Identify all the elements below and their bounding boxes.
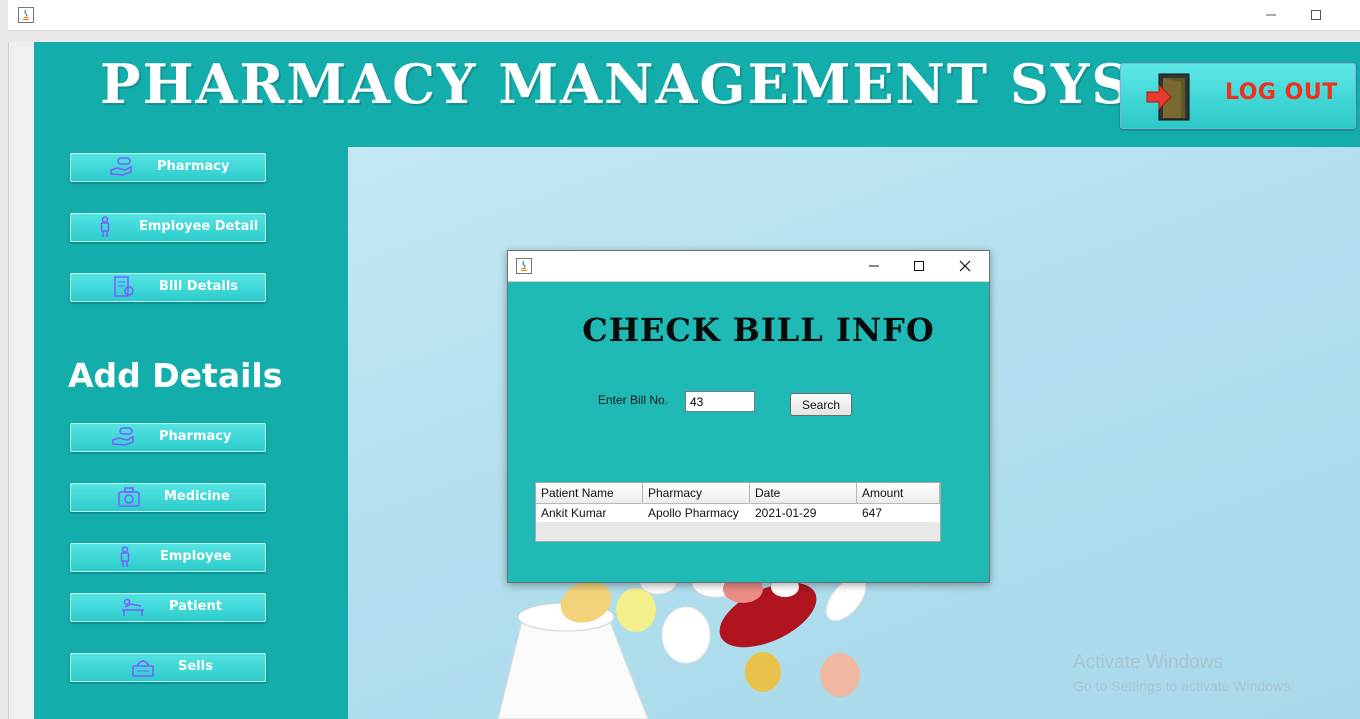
- column-header-amount[interactable]: Amount: [857, 483, 940, 503]
- search-button[interactable]: Search: [790, 393, 852, 416]
- sidebar-item-label: Employee Detail: [139, 219, 259, 234]
- pharmacy-hand-icon: [110, 157, 132, 176]
- activate-windows-title: Activate Windows: [1073, 652, 1223, 673]
- window-titlebar: [8, 0, 1360, 31]
- dialog-titlebar: [508, 251, 989, 282]
- bill-table: Patient Name Pharmacy Date Amount Ankit …: [535, 482, 941, 542]
- cell-amount: 647: [862, 506, 883, 520]
- add-item-pharmacy[interactable]: Pharmacy: [70, 423, 266, 452]
- dialog-heading: CHECK BILL INFO: [582, 311, 935, 349]
- medical-kit-icon: [118, 487, 140, 507]
- maximize-icon: [1311, 10, 1321, 20]
- person-icon: [120, 546, 130, 567]
- activate-windows-subtitle: Go to Settings to activate Windows.: [1073, 678, 1294, 694]
- column-header-date[interactable]: Date: [750, 483, 857, 503]
- dialog-maximize-button[interactable]: [897, 251, 941, 281]
- add-item-medicine[interactable]: Medicine: [70, 483, 266, 512]
- bill-icon: [114, 276, 134, 297]
- sidebar-item-label: Pharmacy: [157, 159, 230, 174]
- maximize-button[interactable]: [1293, 0, 1339, 30]
- logout-button[interactable]: LOG OUT: [1120, 63, 1356, 129]
- minimize-icon: [869, 265, 879, 267]
- cell-pharmacy: Apollo Pharmacy: [648, 506, 739, 520]
- java-icon: [18, 7, 34, 23]
- check-bill-dialog: CHECK BILL INFO Enter Bill No. Search Pa…: [507, 250, 990, 583]
- add-item-label: Pharmacy: [159, 429, 232, 444]
- dialog-close-button[interactable]: [943, 251, 987, 281]
- window-gap: [8, 31, 1360, 42]
- left-window-edge: [0, 0, 9, 719]
- minimize-icon: [1266, 14, 1276, 16]
- java-icon: [516, 258, 532, 274]
- exit-door-icon: [1146, 73, 1190, 121]
- cell-patient-name: Ankit Kumar: [541, 506, 607, 520]
- add-item-label: Patient: [169, 599, 222, 614]
- table-row[interactable]: Ankit Kumar Apollo Pharmacy 2021-01-29 6…: [536, 504, 940, 522]
- add-item-label: Medicine: [164, 489, 230, 504]
- logout-label: LOG OUT: [1225, 80, 1338, 105]
- column-header-patient-name[interactable]: Patient Name: [536, 483, 643, 503]
- patient-bed-icon: [122, 598, 144, 616]
- app-title: PHARMACY MANAGEMENT SYSTEM: [100, 52, 1280, 116]
- cash-register-icon: [132, 660, 154, 677]
- add-item-employee[interactable]: Employee: [70, 543, 266, 572]
- bill-number-input[interactable]: [685, 391, 755, 412]
- sidebar-item-label: Bill Details: [159, 279, 239, 294]
- add-item-label: Sells: [178, 659, 213, 674]
- add-item-sells[interactable]: Sells: [70, 653, 266, 682]
- person-icon: [100, 216, 110, 237]
- sidebar-item-bill-details[interactable]: Bill Details: [70, 273, 266, 302]
- column-header-pharmacy[interactable]: Pharmacy: [643, 483, 750, 503]
- close-icon: [959, 260, 971, 272]
- sidebar-item-pharmacy[interactable]: Pharmacy: [70, 153, 266, 182]
- add-item-label: Employee: [160, 549, 232, 564]
- sidebar-item-employee-detail[interactable]: Employee Detail: [70, 213, 266, 242]
- table-header: Patient Name Pharmacy Date Amount: [536, 483, 940, 504]
- dialog-minimize-button[interactable]: [852, 251, 896, 281]
- bill-number-label: Enter Bill No.: [598, 393, 669, 407]
- add-item-patient[interactable]: Patient: [70, 593, 266, 622]
- maximize-icon: [914, 261, 924, 271]
- add-details-heading: Add Details: [68, 356, 283, 395]
- minimize-button[interactable]: [1248, 0, 1294, 30]
- pharmacy-hand-icon: [112, 427, 134, 446]
- cell-date: 2021-01-29: [755, 506, 817, 520]
